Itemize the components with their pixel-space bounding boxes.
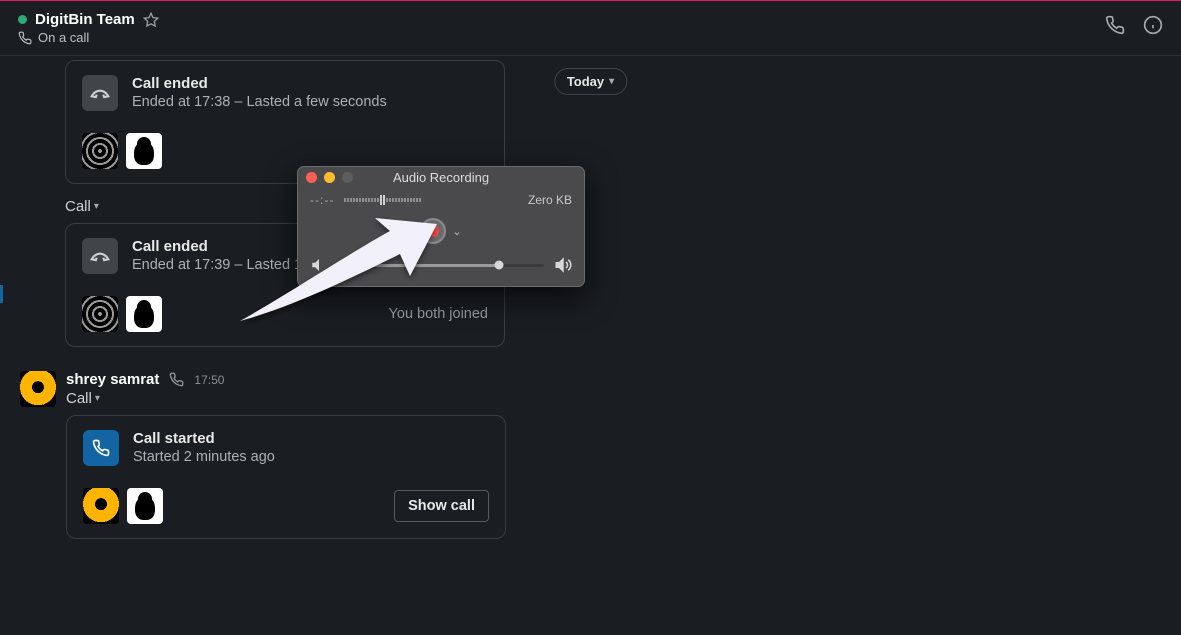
- subtitle-text: On a call: [38, 30, 89, 45]
- call-ended-icon: [82, 238, 118, 274]
- participant-avatars: [83, 488, 163, 524]
- message-username[interactable]: shrey samrat: [66, 371, 159, 388]
- message-row: shrey samrat 17:50 Call ▾ Call started S…: [0, 371, 1181, 553]
- window-title: Audio Recording: [298, 170, 584, 185]
- call-label[interactable]: Call ▾: [66, 390, 1181, 407]
- call-title: Call started: [133, 430, 275, 447]
- channel-header: DigitBin Team On a call: [0, 1, 1181, 56]
- audio-recording-window[interactable]: Audio Recording --:-- Zero KB ⌄: [297, 166, 585, 287]
- message-timestamp: 17:50: [194, 373, 224, 387]
- record-button[interactable]: [420, 218, 446, 244]
- header-actions: [1105, 11, 1163, 35]
- avatar[interactable]: [82, 296, 118, 332]
- star-icon[interactable]: [143, 12, 159, 28]
- call-label-text: Call: [65, 198, 91, 215]
- call-title: Call ended: [132, 75, 387, 92]
- volume-slider[interactable]: [338, 264, 544, 267]
- user-avatar[interactable]: [20, 371, 56, 407]
- avatar[interactable]: [83, 488, 119, 524]
- participant-avatars: [82, 133, 162, 169]
- show-call-button[interactable]: Show call: [394, 490, 489, 522]
- avatar[interactable]: [127, 488, 163, 524]
- joined-status: You both joined: [389, 306, 488, 322]
- caret-down-icon: ▾: [94, 201, 99, 212]
- message-list: Today ▾ Call ended Ended at 17:38 – Last…: [0, 56, 1181, 553]
- call-ended-icon: [82, 75, 118, 111]
- participant-avatars: [82, 296, 162, 332]
- caret-down-icon: ▾: [95, 393, 100, 404]
- call-subtitle: Ended at 17:38 – Lasted a few seconds: [132, 94, 387, 110]
- recording-size: Zero KB: [528, 193, 572, 207]
- avatar[interactable]: [126, 296, 162, 332]
- record-icon: [427, 225, 439, 237]
- speaker-high-icon: [554, 256, 572, 274]
- header-left: DigitBin Team On a call: [18, 11, 159, 45]
- presence-indicator: [18, 15, 27, 24]
- message-header: shrey samrat 17:50: [66, 371, 1181, 388]
- speaker-low-icon: [310, 256, 328, 274]
- phone-icon: [18, 31, 32, 45]
- call-subtitle: Started 2 minutes ago: [133, 449, 275, 465]
- window-titlebar[interactable]: Audio Recording: [298, 167, 584, 188]
- waveform-display: [344, 195, 518, 205]
- date-divider[interactable]: Today ▾: [554, 68, 627, 95]
- info-icon[interactable]: [1143, 15, 1163, 35]
- chevron-down-icon: ▾: [609, 76, 614, 87]
- call-label-text: Call: [66, 390, 92, 407]
- date-label: Today: [567, 74, 604, 89]
- header-subtitle: On a call: [18, 30, 159, 45]
- avatar[interactable]: [126, 133, 162, 169]
- call-card-started: Call started Started 2 minutes ago Show …: [66, 415, 506, 539]
- avatar[interactable]: [82, 133, 118, 169]
- channel-name: DigitBin Team: [35, 11, 135, 28]
- call-started-icon: [83, 430, 119, 466]
- call-icon[interactable]: [1105, 15, 1125, 35]
- phone-icon: [169, 372, 184, 387]
- channel-title-row[interactable]: DigitBin Team: [18, 11, 159, 28]
- chevron-down-icon[interactable]: ⌄: [452, 225, 461, 238]
- recording-elapsed: --:--: [310, 193, 334, 207]
